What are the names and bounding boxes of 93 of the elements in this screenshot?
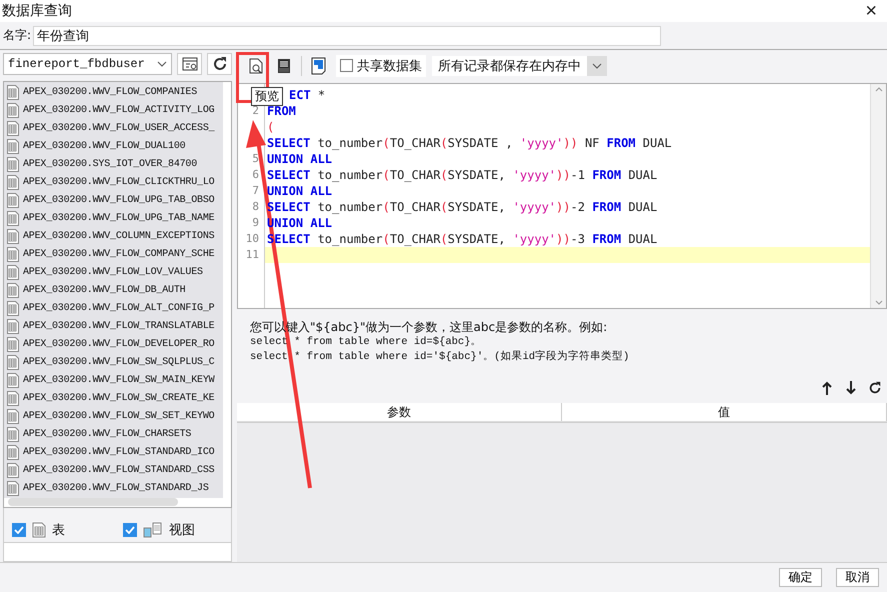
- table-item[interactable]: APEX_030200.WWV_FLOW_DEVELOPER_RO: [23, 338, 214, 350]
- line-number: 2: [252, 104, 259, 117]
- filter-label: 视图: [169, 522, 195, 539]
- line-number: 10: [246, 232, 259, 245]
- table-item[interactable]: APEX_030200.WWV_FLOW_CLICKTHRU_LO: [23, 176, 214, 188]
- scrollbar[interactable]: [8, 498, 178, 506]
- table-icon: [7, 120, 19, 136]
- line-number: 9: [252, 216, 259, 229]
- column-header: 值: [562, 402, 887, 421]
- example-code: select * from table where id='${abc}'。(如果id字段为字符串类型): [250, 350, 630, 366]
- column-header: 参数: [237, 402, 562, 421]
- connection-settings-button[interactable]: [177, 53, 202, 75]
- table-icon: [7, 282, 19, 298]
- caret-icon: [157, 61, 168, 67]
- code-line: UNION ALL: [267, 184, 332, 198]
- code-line: (: [267, 120, 274, 134]
- table-item[interactable]: APEX_030200.WWV_FLOW_SW_SQLPLUS_C: [23, 356, 214, 368]
- table-icon: [7, 390, 19, 406]
- view-icon: [143, 522, 163, 538]
- table-icon: [7, 210, 19, 226]
- table-icon: [7, 174, 19, 190]
- connection-dropdown[interactable]: finereport_fbdbuser: [3, 53, 172, 75]
- table-item[interactable]: APEX_030200.WWV_FLOW_USER_ACCESS_: [23, 122, 214, 134]
- line-number: 6: [252, 168, 259, 181]
- scroll-up-icon[interactable]: [874, 86, 882, 92]
- code-line: ECT *: [289, 88, 326, 102]
- table-icon: [7, 192, 19, 208]
- form-icon: [182, 57, 198, 71]
- table-item[interactable]: APEX_030200.WWV_FLOW_STANDARD_JS: [23, 482, 209, 494]
- table-icon: [7, 444, 19, 460]
- table-icon: [7, 426, 19, 442]
- highlight-box: [236, 52, 269, 103]
- table-item[interactable]: APEX_030200.WWV_FLOW_STANDARD_ICO: [23, 446, 214, 458]
- table-item[interactable]: APEX_030200.WWV_FLOW_DUAL100: [23, 140, 186, 152]
- cancel-button[interactable]: 取消: [836, 568, 879, 587]
- table-icon: [7, 228, 19, 244]
- table-icon: [7, 84, 19, 100]
- checkbox[interactable]: [12, 523, 26, 537]
- table-item[interactable]: APEX_030200.WWV_FLOW_SW_CREATE_KE: [23, 392, 214, 404]
- table-icon: [7, 408, 19, 424]
- table-icon: [7, 300, 19, 316]
- code-line: SELECT to_number(TO_CHAR(SYSDATE, 'yyyy'))-1 FROM DUAL: [267, 168, 658, 182]
- table-item[interactable]: APEX_030200.WWV_COLUMN_EXCEPTIONS: [23, 230, 214, 242]
- table-item[interactable]: APEX_030200.WWV_FLOW_COMPANIES: [23, 86, 198, 98]
- filter-label: 表: [52, 522, 65, 539]
- sql-editor[interactable]: [237, 82, 887, 310]
- table-icon: [7, 354, 19, 370]
- checkbox[interactable]: [123, 523, 137, 537]
- storage-dropdown[interactable]: 所有记录都保存在内存中: [432, 56, 607, 76]
- line-number: 8: [252, 200, 259, 213]
- table-icon: [7, 462, 19, 478]
- table-icon: [7, 480, 19, 496]
- name-field[interactable]: 年份查询: [33, 26, 662, 46]
- name-label: 名字:: [3, 27, 32, 44]
- table-icon: [7, 264, 19, 280]
- table-item[interactable]: APEX_030200.WWV_FLOW_STANDARD_CSS: [23, 464, 214, 476]
- table-item[interactable]: APEX_030200.WWV_FLOW_TRANSLATABLE: [23, 320, 214, 332]
- table-icon: [7, 318, 19, 334]
- table-item[interactable]: APEX_030200.WWV_FLOW_SW_MAIN_KEYW: [23, 374, 214, 386]
- tooltip: 预览: [251, 87, 283, 106]
- refresh-icon: [212, 56, 228, 72]
- table-item[interactable]: APEX_030200.WWV_FLOW_COMPANY_SCHE: [23, 248, 214, 260]
- table-icon: [7, 138, 19, 154]
- table-item[interactable]: APEX_030200.WWV_FLOW_ALT_CONFIG_P: [23, 302, 214, 314]
- code-line: FROM: [267, 104, 296, 118]
- table-icon: [7, 336, 19, 352]
- table-icon: [7, 246, 19, 262]
- table-item[interactable]: APEX_030200.WWV_FLOW_CHARSETS: [23, 428, 192, 440]
- line-number: 5: [252, 152, 259, 165]
- table-item[interactable]: APEX_030200.SYS_IOT_OVER_84700: [23, 158, 198, 170]
- scroll-down-icon[interactable]: [874, 300, 882, 306]
- scrollbar[interactable]: [870, 84, 886, 308]
- ok-button[interactable]: 确定: [779, 568, 822, 587]
- table-item[interactable]: APEX_030200.WWV_FLOW_ACTIVITY_LOG: [23, 104, 214, 116]
- refresh-button[interactable]: [207, 53, 232, 75]
- table-icon: [7, 102, 19, 118]
- table-item[interactable]: APEX_030200.WWV_FLOW_UPG_TAB_NAME: [23, 212, 214, 224]
- table-item[interactable]: APEX_030200.WWV_FLOW_SW_SET_KEYWO: [23, 410, 214, 422]
- line-number: 11: [246, 248, 259, 261]
- code-line: UNION ALL: [267, 152, 332, 166]
- caret-icon: [592, 62, 602, 69]
- table-icon: [32, 522, 46, 538]
- share-dataset-checkbox[interactable]: 共享数据集: [336, 54, 426, 77]
- table-item[interactable]: APEX_030200.WWV_FLOW_LOV_VALUES: [23, 266, 203, 278]
- search-field[interactable]: [3, 542, 232, 562]
- code-line: SELECT to_number(TO_CHAR(SYSDATE , 'yyyy')) NF FROM DUAL: [267, 136, 672, 150]
- table-icon: [7, 156, 19, 172]
- table-icon: [7, 372, 19, 388]
- table-item[interactable]: APEX_030200.WWV_FLOW_UPG_TAB_OBSO: [23, 194, 214, 206]
- window-title: 数据库查询: [2, 2, 72, 20]
- table-item[interactable]: APEX_030200.WWV_FLOW_DB_AUTH: [23, 284, 186, 296]
- line-number: 7: [252, 184, 259, 197]
- close-button[interactable]: ×: [861, 1, 881, 21]
